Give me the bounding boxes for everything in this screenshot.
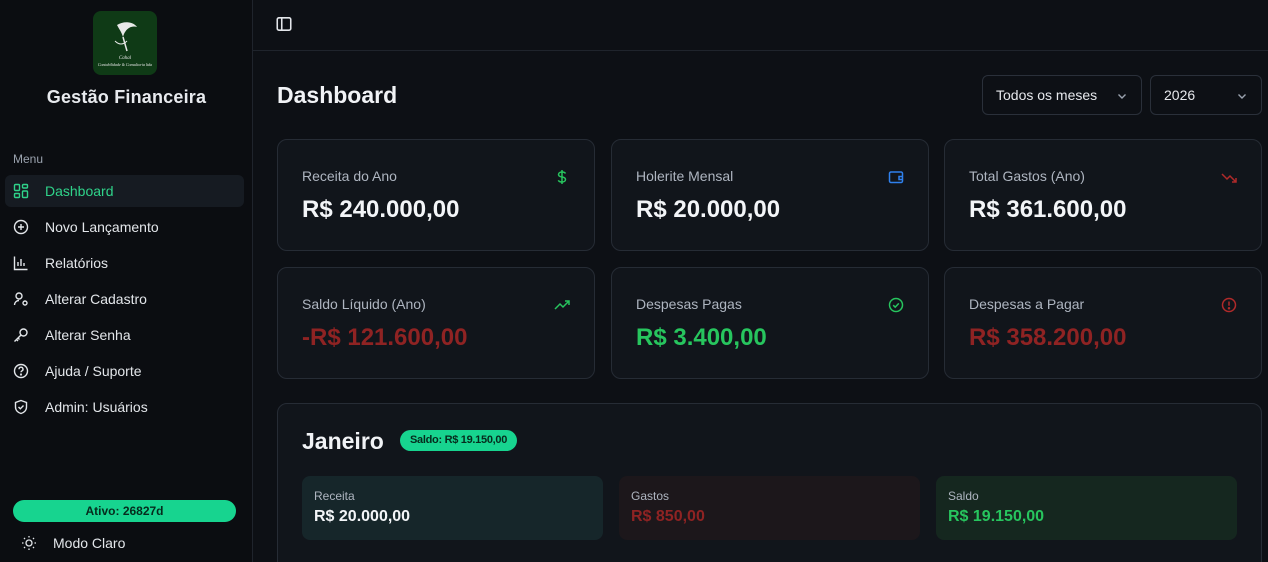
sidebar-item-relatorios[interactable]: Relatórios <box>5 247 244 279</box>
bar-chart-icon <box>13 255 29 271</box>
theme-toggle-label: Modo Claro <box>53 535 126 551</box>
sidebar-item-novo-lancamento[interactable]: Novo Lançamento <box>5 211 244 243</box>
sidebar-item-alterar-senha[interactable]: Alterar Senha <box>5 319 244 351</box>
card-total-gastos: Total Gastos (Ano) R$ 361.600,00 <box>944 139 1262 251</box>
card-saldo-liquido: Saldo Líquido (Ano) -R$ 121.600,00 <box>277 267 595 379</box>
card-label: Despesas a Pagar <box>969 296 1085 312</box>
user-cog-icon <box>13 291 29 307</box>
month-saldo-label: Saldo <box>948 489 979 503</box>
sidebar-item-label: Ajuda / Suporte <box>45 363 142 379</box>
card-despesas-a-pagar: Despesas a Pagar R$ 358.200,00 <box>944 267 1262 379</box>
sidebar-item-label: Alterar Senha <box>45 327 131 343</box>
month-title: Janeiro <box>302 428 384 454</box>
sidebar-item-alterar-cadastro[interactable]: Alterar Cadastro <box>5 283 244 315</box>
check-circle-icon <box>888 297 904 313</box>
month-saldo-box: Saldo R$ 19.150,00 <box>936 476 1237 540</box>
key-icon <box>13 327 29 343</box>
chevron-down-icon <box>1238 94 1246 99</box>
help-circle-icon <box>13 363 29 379</box>
year-select-value: 2026 <box>1164 87 1196 103</box>
sidebar-item-label: Admin: Usuários <box>45 399 148 415</box>
card-holerite-mensal: Holerite Mensal R$ 20.000,00 <box>611 139 929 251</box>
card-value: R$ 3.400,00 <box>636 324 767 351</box>
sidebar: Cahal Contabilidade & Consultoria ltda G… <box>0 0 253 562</box>
trending-up-icon <box>554 300 570 310</box>
chevron-down-icon <box>1118 94 1126 99</box>
card-label: Holerite Mensal <box>636 168 734 184</box>
card-value: R$ 240.000,00 <box>302 196 460 223</box>
card-label: Saldo Líquido (Ano) <box>302 296 426 312</box>
brand-name: Gestão Financeira <box>46 87 207 107</box>
sidebar-item-ajuda-suporte[interactable]: Ajuda / Suporte <box>5 355 244 387</box>
card-value: -R$ 121.600,00 <box>302 324 468 351</box>
card-value: R$ 361.600,00 <box>969 196 1127 223</box>
sidebar-nav: Dashboard Novo Lançamento Relatórios Alt… <box>5 175 244 427</box>
card-label: Despesas Pagas <box>636 296 742 312</box>
sidebar-item-label: Alterar Cadastro <box>45 291 147 307</box>
card-receita-ano: Receita do Ano R$ 240.000,00 <box>277 139 595 251</box>
sidebar-item-admin-usuarios[interactable]: Admin: Usuários <box>5 391 244 423</box>
year-select[interactable]: 2026 <box>1150 75 1262 115</box>
card-label: Total Gastos (Ano) <box>969 168 1085 184</box>
card-value: R$ 20.000,00 <box>636 196 781 223</box>
sidebar-item-label: Relatórios <box>45 255 109 271</box>
svg-text:Contabilidade & Consultoria lt: Contabilidade & Consultoria ltda <box>98 62 152 67</box>
month-gastos-value: R$ 850,00 <box>631 508 705 525</box>
theme-toggle-button[interactable]: Modo Claro <box>21 535 125 551</box>
sidebar-item-label: Dashboard <box>45 183 114 199</box>
sidebar-item-label: Novo Lançamento <box>45 219 159 235</box>
dollar-icon <box>557 170 567 184</box>
month-select[interactable]: Todos os meses <box>982 75 1142 115</box>
sidebar-item-dashboard[interactable]: Dashboard <box>5 175 244 207</box>
plus-circle-icon <box>13 219 29 235</box>
sun-icon <box>22 536 36 550</box>
page-title: Dashboard <box>277 82 398 108</box>
month-select-value: Todos os meses <box>996 87 1098 103</box>
company-logo: Cahal Contabilidade & Consultoria ltda <box>93 11 157 75</box>
wallet-icon <box>888 171 904 184</box>
topbar <box>253 0 1268 51</box>
menu-label: Menu <box>13 152 44 166</box>
month-gastos-label: Gastos <box>631 489 670 503</box>
month-receita-value: R$ 20.000,00 <box>314 508 411 525</box>
svg-text:Cahal: Cahal <box>119 56 132 61</box>
card-value: R$ 358.200,00 <box>969 324 1127 351</box>
status-badge: Ativo: 26827d <box>13 500 236 522</box>
month-receita-box: Receita R$ 20.000,00 <box>302 476 603 540</box>
month-balance-badge: Saldo: R$ 19.150,00 <box>400 430 518 451</box>
month-panel: Janeiro Saldo: R$ 19.150,00 Receita R$ 2… <box>277 403 1262 562</box>
month-gastos-box: Gastos R$ 850,00 <box>619 476 920 540</box>
trending-down-icon <box>1221 173 1237 183</box>
sidebar-toggle-icon[interactable] <box>275 15 293 33</box>
card-label: Receita do Ano <box>302 168 397 184</box>
month-saldo-value: R$ 19.150,00 <box>948 508 1045 525</box>
dashboard-icon <box>13 183 29 199</box>
card-despesas-pagas: Despesas Pagas R$ 3.400,00 <box>611 267 929 379</box>
month-receita-label: Receita <box>314 489 355 503</box>
alert-circle-icon <box>1221 297 1237 313</box>
shield-icon <box>13 399 29 415</box>
